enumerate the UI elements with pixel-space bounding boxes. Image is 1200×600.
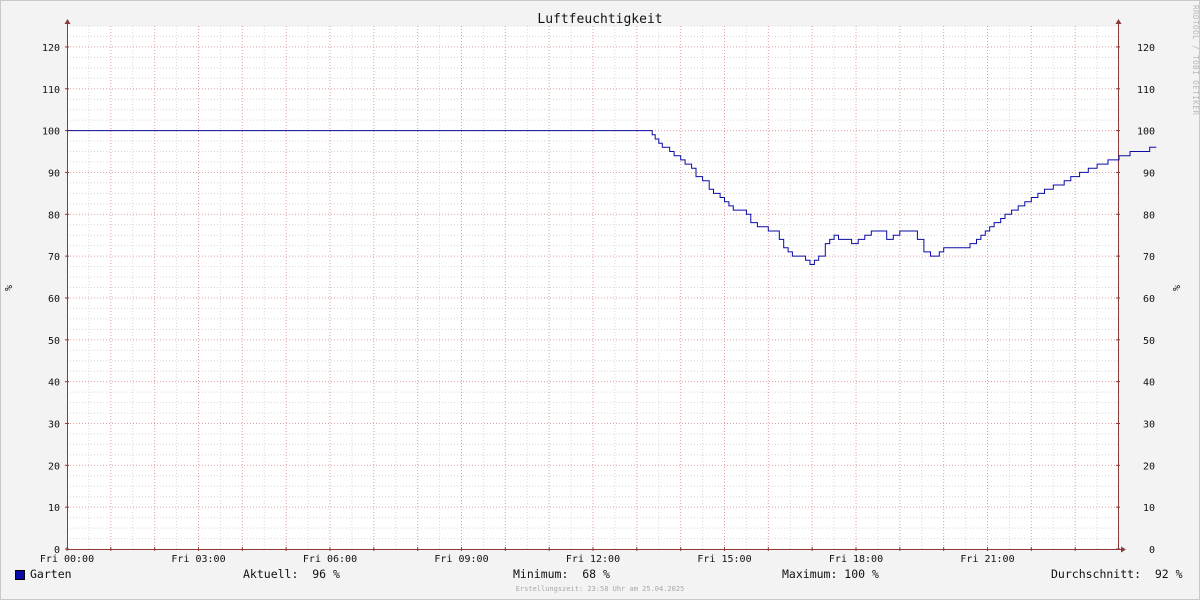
x-tick-labels: Fri 00:00 Fri 03:00 Fri 06:00 Fri 09:00 Fri … [40, 554, 1015, 565]
y-axis-label-right: % [1172, 285, 1183, 291]
y-tick-label: 50 [48, 336, 60, 347]
y-tick-label: 90 [48, 168, 60, 179]
y-axis-arrow-right [1115, 19, 1122, 24]
y-axis-label-left: % [4, 285, 15, 291]
creation-time-note: Erstellungszeit: 23:58 Uhr am 25.04.2025 [515, 585, 685, 593]
y-tick-label: 60 [48, 294, 60, 305]
y-tick-label-right: 20 [1143, 461, 1155, 472]
y-tick-label-right: 120 [1137, 43, 1155, 54]
x-tick-label: Fri 12:00 [566, 554, 620, 565]
legend-series-name: Garten [30, 567, 72, 581]
y-tick-label: 40 [48, 378, 60, 389]
y-tick-label-right: 110 [1137, 85, 1155, 96]
y-tick-label-right: 80 [1143, 210, 1155, 221]
legend-current: Aktuell: 96 % [243, 567, 340, 581]
y-axis-arrow-left [64, 19, 71, 24]
x-tick-label: Fri 21:00 [960, 554, 1014, 565]
y-tick-label-right: 10 [1143, 503, 1155, 514]
chart-title: Luftfeuchtigkeit [537, 12, 662, 27]
y-tick-label: 80 [48, 210, 60, 221]
y-tick-label: 10 [48, 503, 60, 514]
legend-swatch-garten [15, 570, 25, 580]
chart-svg: 0 10 20 30 40 50 60 70 80 90 100 110 120 0 10 20 30 40 50… [4, 12, 1183, 565]
x-axis-arrow [1121, 546, 1126, 553]
legend-minimum: Minimum: 68 % [513, 567, 610, 581]
legend-average: Durchschnitt: 92 % [1051, 567, 1183, 581]
x-tick-label: Fri 03:00 [171, 554, 225, 565]
y-tick-labels-left: 0102030405060708090100110120 [42, 43, 60, 556]
y-tick-label-right: 60 [1143, 294, 1155, 305]
x-tick-label: Fri 15:00 [697, 554, 751, 565]
y-tick-label: 30 [48, 419, 60, 430]
y-tick-label-right: 50 [1143, 336, 1155, 347]
y-tick-label-right: 0 [1149, 545, 1155, 556]
x-tick-label: Fri 00:00 [40, 554, 94, 565]
y-tick-label-right: 100 [1137, 127, 1155, 138]
y-tick-label-right: 90 [1143, 168, 1155, 179]
y-tick-label: 100 [42, 127, 60, 138]
legend-maximum: Maximum: 100 % [782, 567, 879, 581]
x-tick-label: Fri 09:00 [434, 554, 488, 565]
y-tick-label: 110 [42, 85, 60, 96]
x-tick-label: Fri 06:00 [303, 554, 357, 565]
y-tick-label-right: 70 [1143, 252, 1155, 263]
y-tick-label-right: 30 [1143, 419, 1155, 430]
y-tick-label: 20 [48, 461, 60, 472]
x-tick-label: Fri 18:00 [829, 554, 883, 565]
y-tick-label: 70 [48, 252, 60, 263]
y-tick-label: 120 [42, 43, 60, 54]
y-tick-labels-right: 0 10 20 30 40 50 60 70 80 90 100 110 120 [1137, 43, 1155, 556]
rrdtool-watermark: RRDTOOL / TOBI OETIKER [1191, 5, 1200, 116]
y-tick-label-right: 40 [1143, 378, 1155, 389]
